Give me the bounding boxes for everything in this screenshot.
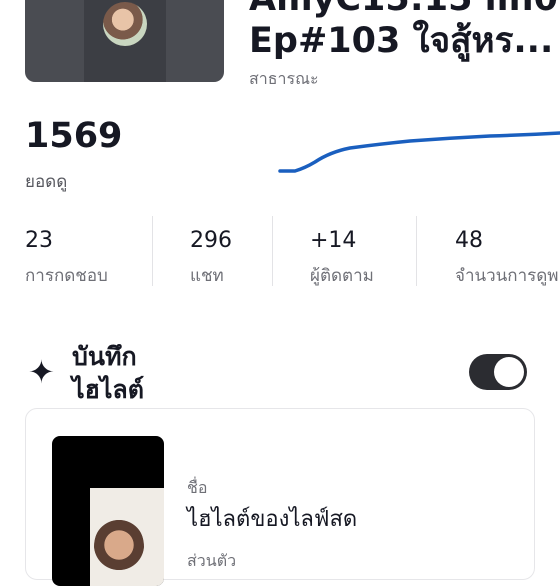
views-trend-sparkline	[278, 131, 560, 173]
stat-likes-value: 23	[25, 228, 53, 253]
views-count: 1569	[25, 116, 123, 156]
highlight-thumbnail[interactable]	[52, 436, 164, 586]
stat-divider	[416, 216, 417, 286]
highlight-privacy-label: ส่วนตัว	[187, 551, 237, 570]
stat-likes-label: การกดชอบ	[25, 266, 108, 286]
highlight-title: บันทึก ไฮไลต์	[72, 340, 144, 406]
stat-chats-value: 296	[190, 228, 232, 253]
highlight-title-line1: บันทึก	[72, 342, 137, 371]
highlight-thumbnail-frame	[90, 488, 164, 586]
stat-chats-label: แชท	[190, 266, 224, 286]
stat-divider	[152, 216, 153, 286]
video-thumbnail[interactable]	[25, 0, 224, 82]
video-title-line2: Ep#103 ใจสู้หร...	[249, 21, 554, 61]
highlight-name-label: ชื่อ	[187, 478, 208, 497]
highlight-name-value[interactable]: ไฮไลต์ของไลฟ์สด	[187, 501, 357, 536]
host-image	[94, 518, 144, 578]
stat-divider	[272, 216, 273, 286]
highlight-title-line2: ไฮไลต์	[72, 375, 144, 404]
highlight-card: ชื่อ ไฮไลต์ของไลฟ์สด ส่วนตัว	[25, 408, 535, 586]
sparkle-icon: ✦	[28, 353, 55, 391]
stats-row: 23 การกดชอบ 296 แชท +14 ผู้ติดตาม 48 จำน…	[0, 216, 560, 288]
stat-viewers-label: จำนวนการดูพ	[455, 266, 559, 286]
stat-followers-label: ผู้ติดตาม	[310, 266, 374, 286]
host-avatar	[103, 2, 147, 46]
video-title: AmyC15:15 lin0k Ep#103 ใจสู้หร...	[249, 0, 560, 62]
stat-viewers-value: 48	[455, 228, 483, 253]
toggle-knob	[494, 357, 524, 387]
save-highlight-toggle[interactable]	[469, 354, 527, 390]
privacy-status: สาธารณะ	[249, 69, 319, 88]
views-label: ยอดดู	[25, 172, 68, 192]
video-title-line1: AmyC15:15 lin0k	[249, 0, 560, 20]
stat-followers-value: +14	[310, 228, 357, 253]
views-trend-line	[278, 131, 560, 173]
